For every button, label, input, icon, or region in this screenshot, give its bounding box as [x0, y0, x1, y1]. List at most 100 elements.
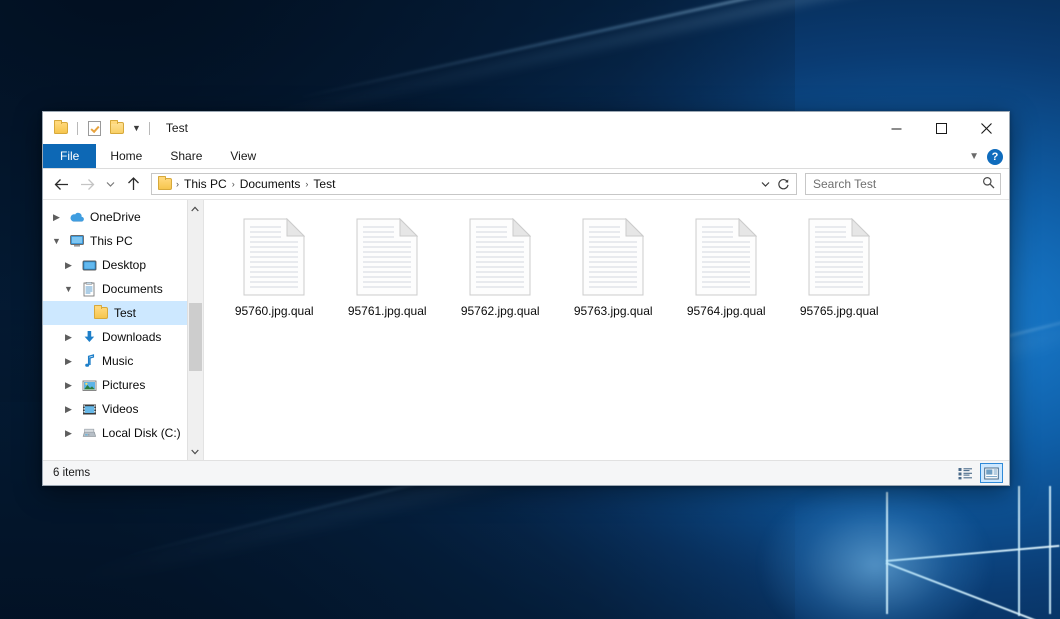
desktop: ▼ Test File Home Share View: [0, 0, 1060, 619]
maximize-button[interactable]: [919, 112, 964, 144]
sidebar-item-label: Local Disk (C:): [102, 426, 181, 440]
search-icon[interactable]: [982, 176, 995, 192]
desktop-icon: [81, 257, 97, 273]
chevron-down-icon[interactable]: ▼: [61, 285, 76, 294]
breadcrumb-item-test[interactable]: Test: [309, 177, 339, 191]
file-item[interactable]: 95763.jpg.qual: [557, 214, 670, 336]
tab-share[interactable]: Share: [156, 144, 216, 168]
chevron-right-icon[interactable]: ▶: [61, 381, 76, 390]
breadcrumb-item-documents[interactable]: Documents: [236, 177, 305, 191]
sidebar-item-music[interactable]: ▶ Music: [43, 349, 187, 373]
explorer-body: ▶ OneDrive ▼: [43, 199, 1009, 460]
tab-view[interactable]: View: [216, 144, 270, 168]
file-explorer-window: ▼ Test File Home Share View: [42, 111, 1010, 486]
file-item[interactable]: 95764.jpg.qual: [670, 214, 783, 336]
breadcrumb[interactable]: › This PC › Documents › Test: [151, 173, 797, 195]
help-icon[interactable]: ?: [987, 149, 1003, 165]
wallpaper-glow: [760, 480, 990, 619]
sidebar-item-pictures[interactable]: ▶ Pictures: [43, 373, 187, 397]
sidebar-item-desktop[interactable]: ▶ Desktop: [43, 253, 187, 277]
window-title: Test: [166, 121, 188, 135]
file-item[interactable]: 95760.jpg.qual: [218, 214, 331, 336]
tab-file[interactable]: File: [43, 144, 96, 168]
navigation-pane-scrollbar[interactable]: [187, 200, 203, 460]
chevron-right-icon[interactable]: ▶: [61, 429, 76, 438]
view-mode-buttons: [954, 463, 1003, 483]
sidebar-item-label: Music: [102, 354, 133, 368]
chevron-down-icon[interactable]: ▼: [131, 124, 142, 133]
ribbon-right-controls: ▼ ?: [969, 144, 1003, 169]
details-view-button[interactable]: [954, 463, 977, 483]
sidebar-item-videos[interactable]: ▶: [43, 397, 187, 421]
expand-ribbon-chevron-icon[interactable]: ▼: [969, 151, 979, 162]
status-bar: 6 items: [43, 460, 1009, 485]
chevron-right-icon[interactable]: ▶: [61, 333, 76, 342]
new-folder-icon[interactable]: [108, 119, 126, 137]
ribbon-tab-bar: File Home Share View ▼ ?: [43, 144, 1009, 169]
file-name-label: 95760.jpg.qual: [235, 304, 314, 318]
sidebar-item-label: Videos: [102, 402, 138, 416]
address-bar-actions: [757, 174, 792, 194]
back-button[interactable]: [49, 172, 73, 196]
file-item[interactable]: 95765.jpg.qual: [783, 214, 896, 336]
chevron-right-icon[interactable]: ▶: [61, 405, 76, 414]
file-list-view[interactable]: 95760.jpg.qual: [204, 200, 1009, 460]
generic-document-icon: [469, 218, 531, 296]
sidebar-item-documents[interactable]: ▼ Documents: [43, 277, 187, 301]
generic-document-icon: [808, 218, 870, 296]
sidebar-item-local-disk-c[interactable]: ▶ Local Disk (C:): [43, 421, 187, 445]
file-name-label: 95763.jpg.qual: [574, 304, 653, 318]
minimize-button[interactable]: [874, 112, 919, 144]
file-name-label: 95762.jpg.qual: [461, 304, 540, 318]
chevron-right-icon[interactable]: ▶: [49, 213, 64, 222]
generic-document-icon: [243, 218, 305, 296]
properties-icon[interactable]: [85, 119, 103, 137]
sidebar-item-label: Downloads: [102, 330, 161, 344]
scroll-down-arrow-icon[interactable]: [188, 443, 203, 460]
sidebar-item-label: Pictures: [102, 378, 145, 392]
sidebar-item-onedrive[interactable]: ▶ OneDrive: [43, 205, 187, 229]
title-bar: ▼ Test: [43, 112, 1009, 144]
search-input[interactable]: [813, 177, 982, 191]
quick-access-toolbar: ▼ Test: [43, 112, 188, 144]
scroll-up-arrow-icon[interactable]: [188, 200, 203, 217]
breadcrumb-item-this-pc[interactable]: This PC: [180, 177, 231, 191]
windows-logo-pane-2: [1049, 486, 1051, 614]
chevron-right-icon[interactable]: ▶: [61, 357, 76, 366]
windows-logo-pane-1: [886, 492, 888, 614]
search-box[interactable]: [805, 173, 1001, 195]
tab-home[interactable]: Home: [96, 144, 156, 168]
refresh-icon[interactable]: [775, 174, 792, 194]
downloads-icon: [81, 329, 97, 345]
chevron-right-icon[interactable]: ▶: [61, 261, 76, 270]
file-item[interactable]: 95761.jpg.qual: [331, 214, 444, 336]
file-name-label: 95765.jpg.qual: [800, 304, 879, 318]
close-button[interactable]: [964, 112, 1009, 144]
chevron-down-icon[interactable]: ▼: [49, 237, 64, 246]
sidebar-item-downloads[interactable]: ▶ Downloads: [43, 325, 187, 349]
videos-icon: [81, 401, 97, 417]
cloud-icon: [69, 209, 85, 225]
sidebar-item-label: This PC: [90, 234, 133, 248]
forward-button[interactable]: [75, 172, 99, 196]
breadcrumb-folder-icon: [157, 176, 173, 192]
breadcrumb-list: › This PC › Documents › Test: [175, 177, 757, 191]
recent-locations-button[interactable]: [101, 172, 119, 196]
generic-document-icon: [356, 218, 418, 296]
scrollbar-track[interactable]: [188, 217, 203, 443]
address-bar: › This PC › Documents › Test: [43, 169, 1009, 199]
large-icons-view-button[interactable]: [980, 463, 1003, 483]
toolbar-separator: [77, 122, 78, 135]
previous-locations-chevron-icon[interactable]: [757, 174, 774, 194]
toolbar-separator-2: [149, 122, 150, 135]
generic-document-icon: [582, 218, 644, 296]
navigation-tree: ▶ OneDrive ▼: [43, 200, 187, 460]
scrollbar-thumb[interactable]: [189, 303, 202, 371]
sidebar-item-test[interactable]: ▶ Test: [43, 301, 187, 325]
pictures-icon: [81, 377, 97, 393]
folder-icon[interactable]: [52, 119, 70, 137]
file-item[interactable]: 95762.jpg.qual: [444, 214, 557, 336]
documents-icon: [81, 281, 97, 297]
sidebar-item-this-pc[interactable]: ▼ This PC: [43, 229, 187, 253]
up-button[interactable]: [121, 172, 145, 196]
